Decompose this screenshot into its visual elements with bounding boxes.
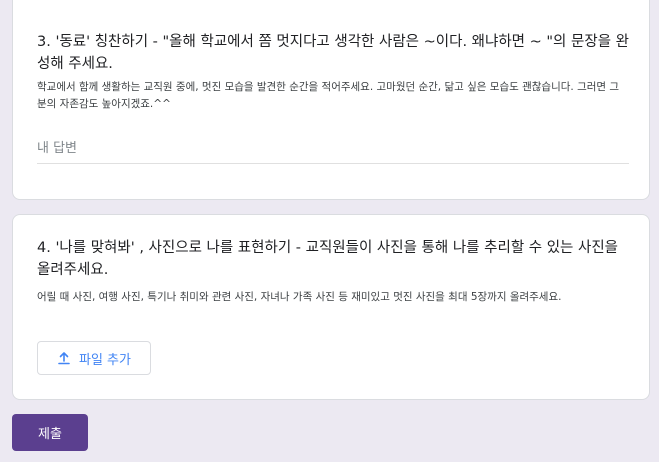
question-description: 학교에서 함께 생활하는 교직원 중에, 멋진 모습을 발견한 순간을 적어주세… (37, 81, 620, 110)
question-card-4: 4. '나를 맞혀봐' , 사진으로 나를 표현하기 - 교직원들이 사진을 통… (12, 214, 650, 400)
add-file-label: 파일 추가 (79, 352, 131, 368)
question-title: 4. '나를 맞혀봐' , 사진으로 나를 표현하기 - 교직원들이 사진을 통… (37, 240, 619, 278)
submit-button[interactable]: 제출 (12, 414, 88, 451)
add-file-button[interactable]: 파일 추가 (37, 341, 151, 375)
upload-icon (58, 352, 70, 365)
question-description: 어릴 때 사진, 여행 사진, 특기나 취미와 관련 사진, 자녀나 가족 사진… (37, 291, 562, 303)
answer-input[interactable] (37, 138, 629, 164)
question-title: 3. '동료' 칭찬하기 - "올해 학교에서 쫌 멋지다고 생각한 사람은 ~… (37, 34, 629, 72)
question-card-3: 3. '동료' 칭찬하기 - "올해 학교에서 쫌 멋지다고 생각한 사람은 ~… (12, 0, 650, 200)
